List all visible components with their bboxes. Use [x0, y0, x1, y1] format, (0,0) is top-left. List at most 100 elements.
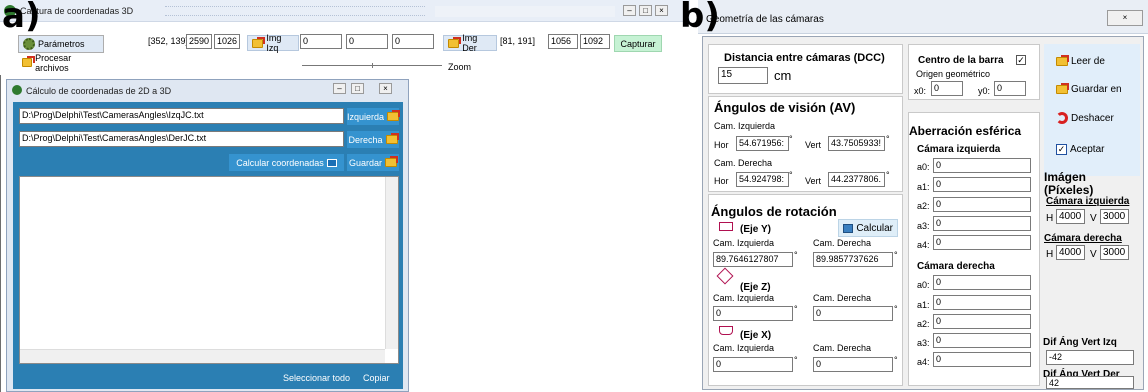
y-right-input[interactable]: 89.9857737626 — [813, 252, 893, 267]
av-right-vert-input[interactable]: 44.2377806. — [828, 172, 885, 187]
left-file-path[interactable]: D:\Prog\Delphi\Test\CamerasAngles\IzqJC.… — [19, 108, 344, 124]
horizontal-scrollbar[interactable] — [20, 349, 385, 363]
accept-button[interactable]: ✓ Aceptar — [1052, 140, 1132, 158]
aberration-left-a0[interactable]: 0 — [933, 158, 1031, 173]
image-title: Imágen — [1044, 170, 1087, 184]
checkbox-icon: ✓ — [1056, 143, 1067, 155]
av-left-label: Cam. Izquierda — [714, 121, 776, 131]
main-area-left-border — [0, 75, 1, 392]
folder-icon — [387, 112, 399, 121]
save-button[interactable]: Guardar — [347, 154, 399, 171]
dcc-input[interactable]: 15 — [718, 67, 768, 84]
img-der-button[interactable]: Img Der — [443, 33, 497, 53]
geometry-close-button[interactable]: × — [1107, 10, 1143, 26]
left-value-2[interactable]: 1026 — [214, 34, 240, 49]
select-all-button[interactable]: Seleccionar todo — [283, 373, 350, 383]
y-left-label: Cam. Izquierda — [713, 238, 775, 248]
av-left-vert-input[interactable]: 43.7505933! — [828, 136, 885, 151]
dialog-maximize-button[interactable]: □ — [351, 83, 364, 94]
izq-field-1[interactable]: 0 — [300, 34, 342, 49]
aberration-left-label-a0: a0: — [917, 162, 930, 172]
y0-label: y0: — [978, 86, 991, 96]
img-der-label: Img Der — [462, 33, 478, 53]
vertical-scrollbar[interactable] — [385, 177, 398, 349]
aberration-right-a0[interactable]: 0 — [933, 275, 1031, 290]
aberration-right-a3[interactable]: 0 — [933, 333, 1031, 348]
rotation-calculate-button[interactable]: Calcular — [838, 219, 898, 237]
aberration-left-label-a2: a2: — [917, 201, 930, 211]
capture-button[interactable]: Capturar — [614, 35, 662, 52]
zoom-label: Zoom — [448, 62, 472, 72]
folder-icon — [22, 58, 33, 67]
aberration-right-a2[interactable]: 0 — [933, 314, 1031, 329]
aberration-right-label-a2: a2: — [917, 319, 930, 329]
aberration-left-a3[interactable]: 0 — [933, 216, 1031, 231]
dif-der-input[interactable]: 42 — [1046, 376, 1134, 389]
aberration-right-a1[interactable]: 0 — [933, 295, 1031, 310]
dif-izq-input[interactable]: -42 — [1046, 350, 1134, 365]
save-label: Guardar — [348, 157, 383, 168]
y-left-input[interactable]: 89.7646127807 — [713, 252, 793, 267]
aberration-left-a1[interactable]: 0 — [933, 177, 1031, 192]
right-file-button[interactable]: Derecha — [347, 131, 399, 148]
x-axis-icon — [719, 326, 733, 335]
x0-input[interactable]: 0 — [931, 81, 963, 96]
izq-field-2[interactable]: 0 — [346, 34, 388, 49]
x-left-input[interactable]: 0 — [713, 357, 793, 372]
left-value-1[interactable]: 2590 — [186, 34, 212, 49]
aberration-right-label-a4: a4: — [917, 357, 930, 367]
y0-input[interactable]: 0 — [994, 81, 1026, 96]
av-left-hor-input[interactable]: 54.671956: — [736, 136, 789, 151]
image-right-h-input[interactable]: 4000 — [1056, 245, 1085, 260]
center-checkbox[interactable]: ✓ — [1016, 55, 1026, 65]
panel-b: Geometría de las cámaras × b) Distancia … — [680, 0, 1148, 392]
izq-field-3[interactable]: 0 — [392, 34, 434, 49]
calculator-icon — [843, 223, 854, 233]
folder-icon — [1056, 56, 1068, 66]
rotation-title: Ángulos de rotación — [711, 204, 837, 219]
load-button[interactable]: Leer de — [1052, 52, 1132, 70]
aberration-left-a4[interactable]: 0 — [933, 235, 1031, 250]
dialog-minimize-button[interactable]: – — [333, 83, 346, 94]
image-right-v-input[interactable]: 3000 — [1100, 245, 1129, 260]
aberration-right-a4[interactable]: 0 — [933, 352, 1031, 367]
x-right-input[interactable]: 0 — [813, 357, 893, 372]
copy-button[interactable]: Copiar — [363, 373, 390, 383]
img-izq-button[interactable]: Img Izq — [247, 33, 299, 53]
calculate-coords-label: Calcular coordenadas — [236, 157, 324, 168]
dcc-unit: cm — [774, 68, 792, 83]
dialog-close-button[interactable]: × — [379, 83, 392, 94]
z-left-input[interactable]: 0 — [713, 306, 793, 321]
calculate-coords-button[interactable]: Calcular coordenadas — [229, 154, 344, 171]
close-button[interactable]: × — [655, 5, 668, 16]
calc-dialog: Cálculo de coordenadas de 2D a 3D – □ × … — [6, 79, 409, 392]
aberration-left-a2[interactable]: 0 — [933, 197, 1031, 212]
right-value-2[interactable]: 1092 — [580, 34, 610, 49]
aberration-right-label-a1: a1: — [917, 300, 930, 310]
save-to-button[interactable]: Guardar en — [1052, 80, 1138, 98]
folder-icon — [385, 135, 398, 144]
z-right-input[interactable]: 0 — [813, 306, 893, 321]
x-axis-label: (Eje X) — [740, 330, 772, 341]
ribbon-tab-strip — [435, 6, 615, 17]
right-file-path[interactable]: D:\Prog\Delphi\Test\CamerasAngles\DerJC.… — [19, 131, 344, 147]
image-left-h-input[interactable]: 4000 — [1056, 209, 1085, 224]
undo-button[interactable]: Deshacer — [1052, 109, 1138, 127]
process-files-button[interactable]: Procesar archivos — [18, 52, 98, 73]
image-subtitle: (Píxeles) — [1044, 183, 1094, 197]
image-left-v-input[interactable]: 3000 — [1100, 209, 1129, 224]
left-file-label: Izquierda — [347, 111, 385, 122]
aberration-right-title: Cámara derecha — [917, 261, 995, 272]
av-right-hor-input[interactable]: 54.924798: — [736, 172, 789, 187]
z-right-label: Cam. Derecha — [813, 293, 872, 303]
maximize-button[interactable]: □ — [639, 5, 652, 16]
right-value-1[interactable]: 1056 — [548, 34, 578, 49]
results-textarea[interactable] — [19, 176, 399, 364]
parameters-button[interactable]: Parámetros — [18, 35, 104, 53]
minimize-button[interactable]: – — [623, 5, 636, 16]
y-axis-label: (Eje Y) — [740, 224, 771, 235]
left-file-button[interactable]: Izquierda — [347, 108, 399, 125]
image-right-v-label: V — [1090, 249, 1097, 260]
process-files-label: Procesar archivos — [35, 52, 72, 73]
x-right-label: Cam. Derecha — [813, 343, 872, 353]
